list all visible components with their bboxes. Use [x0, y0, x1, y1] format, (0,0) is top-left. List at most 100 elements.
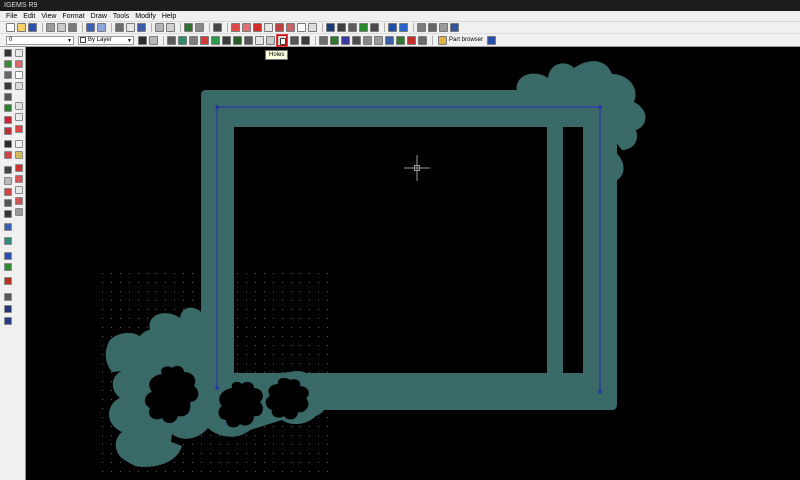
menu-modify[interactable]: Modify — [135, 11, 156, 22]
chamfer-tool-icon[interactable] — [4, 177, 12, 185]
layer-select[interactable]: 0 ▼ — [6, 35, 74, 45]
menu-help[interactable]: Help — [162, 11, 176, 22]
text-style-icon[interactable] — [167, 35, 176, 45]
polygon-tool-icon[interactable] — [15, 125, 23, 133]
join-icon[interactable] — [330, 35, 339, 45]
properties-icon[interactable] — [195, 23, 204, 32]
settings-icon[interactable] — [487, 35, 497, 45]
green-marker-icon[interactable] — [211, 35, 220, 45]
zoom-previous-icon[interactable] — [264, 23, 273, 32]
mirror-tool-icon[interactable] — [15, 197, 23, 205]
dimension-icon[interactable] — [189, 35, 198, 45]
help-icon[interactable] — [450, 23, 459, 32]
layer-icon[interactable] — [184, 23, 193, 32]
nest-tool-icon[interactable] — [4, 305, 12, 313]
menu-edit[interactable]: Edit — [23, 11, 35, 22]
plot-icon[interactable] — [68, 23, 77, 32]
database-icon[interactable] — [417, 23, 426, 32]
redo-icon[interactable] — [97, 23, 106, 32]
gear-tool-icon[interactable] — [4, 237, 12, 245]
scale-tool-icon[interactable] — [4, 93, 12, 101]
snap-icon[interactable] — [337, 23, 346, 32]
lineweight-icon[interactable] — [149, 35, 158, 45]
hatch-tool-icon[interactable] — [15, 208, 23, 216]
menu-file[interactable]: File — [6, 11, 17, 22]
bridge-icon[interactable] — [266, 35, 275, 45]
pencil-tool-icon[interactable] — [4, 127, 12, 135]
offset-tool-icon[interactable] — [15, 175, 23, 183]
ortho-icon[interactable] — [359, 23, 368, 32]
zoom-in-icon[interactable] — [275, 23, 284, 32]
explode-icon[interactable] — [319, 35, 328, 45]
rotate-icon[interactable] — [396, 35, 405, 45]
explode-tool-icon[interactable] — [4, 210, 12, 218]
arc-tool-icon[interactable] — [15, 102, 23, 110]
copy-tool-icon[interactable] — [4, 71, 12, 79]
circle-tool-icon[interactable] — [15, 60, 23, 68]
rotate-tool-icon[interactable] — [4, 82, 12, 90]
open-folder-icon[interactable] — [17, 23, 26, 32]
break-tool-icon[interactable] — [4, 188, 12, 196]
zoom-all-icon[interactable] — [231, 23, 240, 32]
undo-icon[interactable] — [86, 23, 95, 32]
extend-tool-icon[interactable] — [4, 151, 12, 159]
holes-button[interactable] — [277, 34, 287, 46]
trim-tool-icon[interactable] — [4, 140, 12, 148]
redraw-icon[interactable] — [297, 23, 306, 32]
report-icon[interactable] — [428, 23, 437, 32]
star-icon[interactable] — [407, 35, 416, 45]
menu-view[interactable]: View — [41, 11, 56, 22]
measure-tool-icon[interactable] — [4, 223, 12, 231]
array-tool-icon[interactable] — [4, 199, 12, 207]
group-icon[interactable] — [244, 35, 253, 45]
flower-tool-icon[interactable] — [4, 277, 12, 285]
ellipse-tool-icon[interactable] — [15, 82, 23, 90]
settings-icon[interactable] — [213, 23, 222, 32]
copy-format-icon[interactable] — [166, 23, 175, 32]
mirror-icon[interactable] — [418, 35, 427, 45]
line-tool-icon[interactable] — [15, 49, 23, 57]
trim-icon[interactable] — [341, 35, 350, 45]
part-browser-button[interactable]: Part browser — [438, 35, 483, 45]
rectangle-tool-icon[interactable] — [15, 113, 23, 121]
machine-icon[interactable] — [439, 23, 448, 32]
select-icon[interactable] — [155, 23, 164, 32]
measure-icon[interactable] — [326, 23, 335, 32]
red-marker-icon[interactable] — [200, 35, 209, 45]
erase-tool-icon[interactable] — [4, 116, 12, 124]
grid-icon[interactable] — [348, 23, 357, 32]
drawing-svg[interactable] — [27, 47, 800, 480]
calculator-icon[interactable] — [370, 23, 379, 32]
text-tool-icon[interactable] — [15, 140, 23, 148]
regenerate-icon[interactable] — [308, 23, 317, 32]
fillet-tool-icon[interactable] — [4, 166, 12, 174]
new-file-icon[interactable] — [6, 23, 15, 32]
microjoint-icon[interactable] — [301, 35, 310, 45]
save-icon[interactable] — [28, 23, 37, 32]
print-icon[interactable] — [46, 23, 55, 32]
paste-icon[interactable] — [137, 23, 146, 32]
drawing-canvas[interactable] — [27, 47, 800, 480]
stretch-tool-icon[interactable] — [4, 104, 12, 112]
extend-icon[interactable] — [352, 35, 361, 45]
teal-shape-icon[interactable] — [178, 35, 187, 45]
select-tool-icon[interactable] — [4, 49, 12, 57]
leaf-tool-icon[interactable] — [4, 263, 12, 271]
cut-path-tool-icon[interactable] — [4, 317, 12, 325]
offset-icon[interactable] — [255, 35, 264, 45]
menu-draw[interactable]: Draw — [91, 11, 107, 22]
cutting-icon[interactable] — [399, 23, 408, 32]
move-tool-icon[interactable] — [4, 60, 12, 68]
leadin-icon[interactable] — [290, 35, 299, 45]
circle-outline-icon[interactable] — [15, 71, 23, 79]
spline-tool-icon[interactable] — [15, 164, 23, 172]
menu-tools[interactable]: Tools — [113, 11, 129, 22]
zoom-window-icon[interactable] — [242, 23, 251, 32]
print-preview-icon[interactable] — [57, 23, 66, 32]
zoom-pan-icon[interactable] — [253, 23, 262, 32]
linetype-icon[interactable] — [138, 35, 147, 45]
part-tool-icon[interactable] — [4, 293, 12, 301]
scale-icon[interactable] — [385, 35, 394, 45]
nesting-icon[interactable] — [388, 23, 397, 32]
copy-icon[interactable] — [126, 23, 135, 32]
